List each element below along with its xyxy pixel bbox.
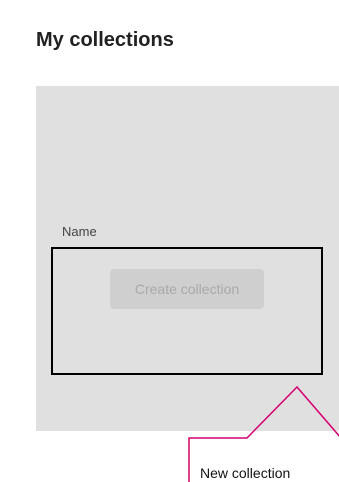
collections-page: My collections Name Create collection Ne… xyxy=(0,0,339,482)
callout-frame xyxy=(188,385,339,482)
callout-text: New collection xyxy=(200,465,291,481)
